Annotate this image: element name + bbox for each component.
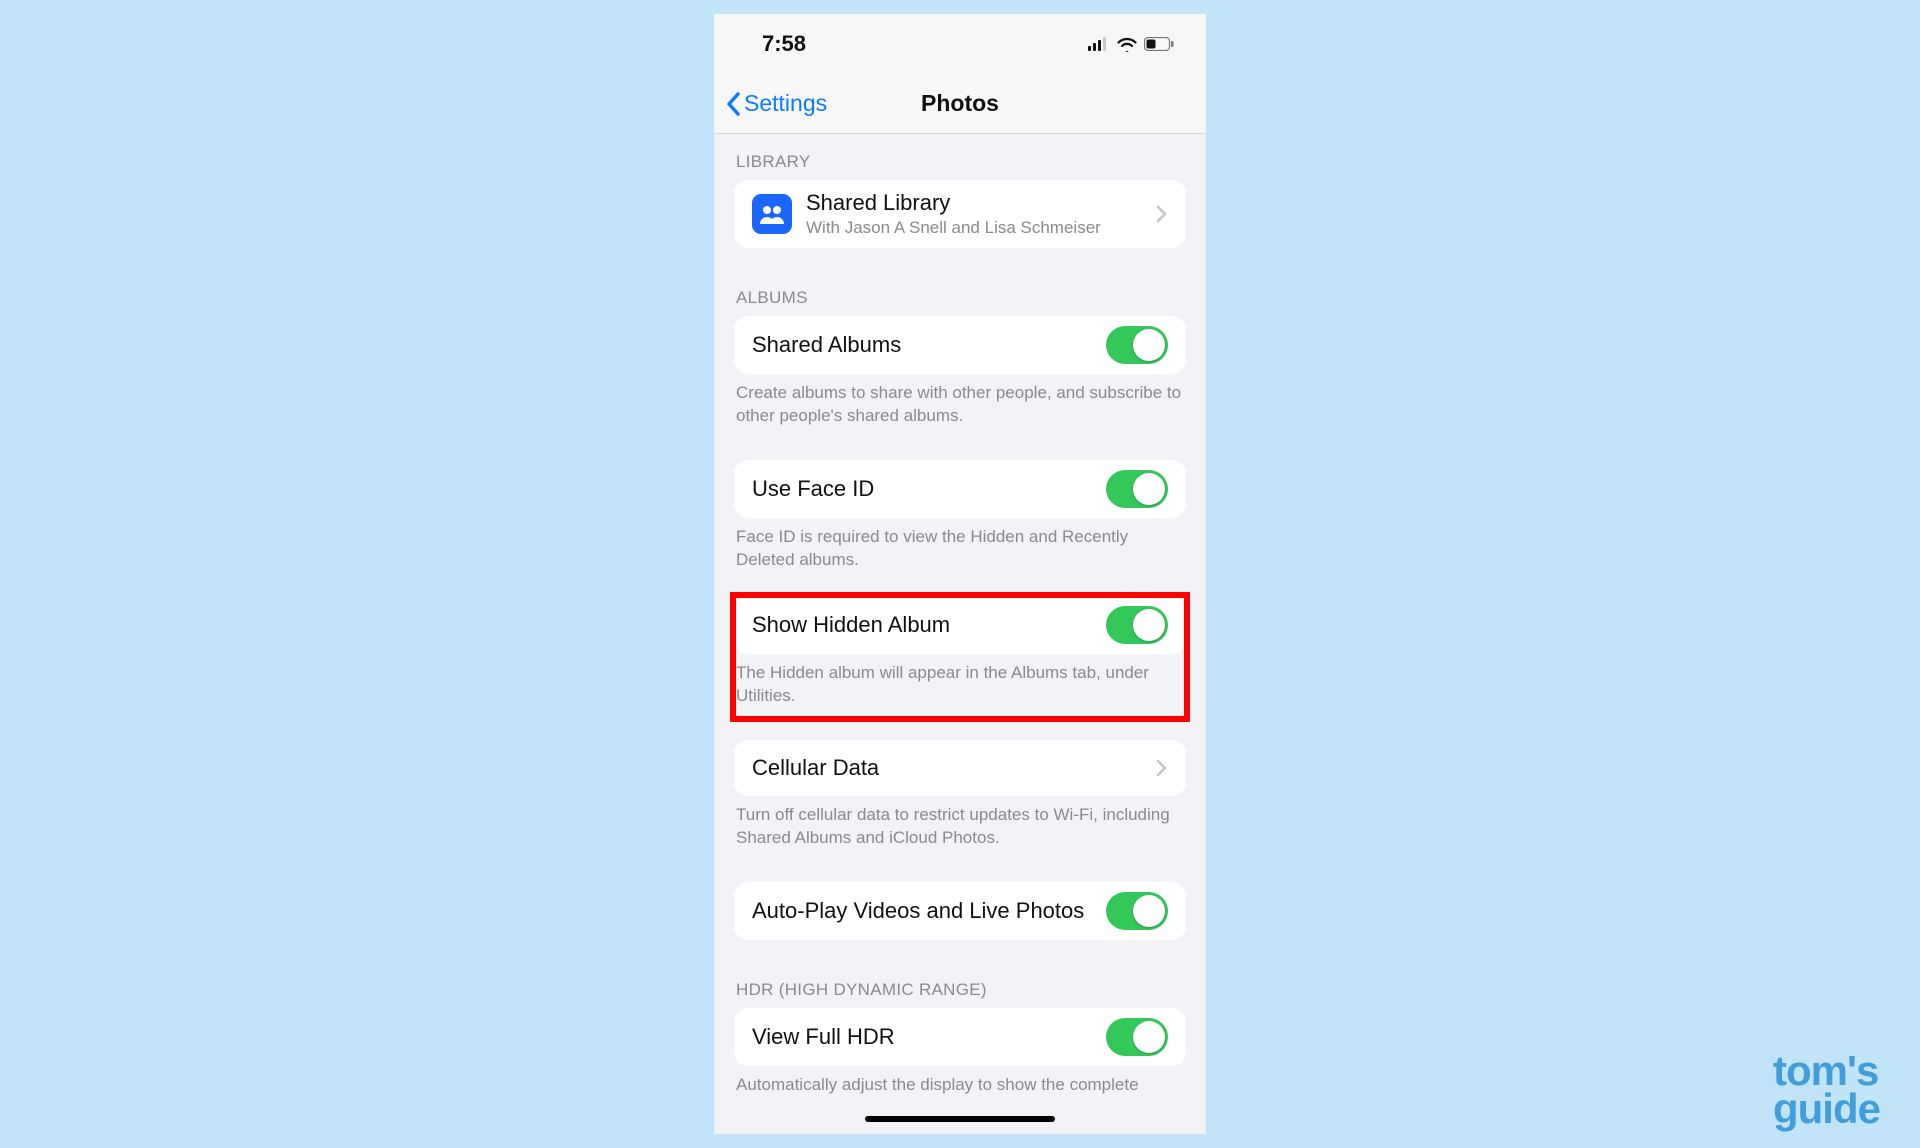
watermark: tom's guide xyxy=(1773,1052,1880,1128)
shared-albums-label: Shared Albums xyxy=(752,332,1106,358)
show-hidden-footer: The Hidden album will appear in the Albu… xyxy=(714,654,1206,718)
view-full-hdr-row[interactable]: View Full HDR xyxy=(734,1008,1186,1066)
status-bar: 7:58 xyxy=(714,14,1206,74)
status-time: 7:58 xyxy=(762,31,806,57)
watermark-line2: guide xyxy=(1773,1090,1880,1128)
wifi-icon xyxy=(1116,36,1138,52)
cellular-row[interactable]: Cellular Data xyxy=(734,740,1186,796)
shared-albums-toggle[interactable] xyxy=(1106,326,1168,364)
people-icon xyxy=(752,194,792,234)
content-scroll[interactable]: LIBRARY Shared Library With Jason A Snel… xyxy=(714,134,1206,1134)
shared-library-subtitle: With Jason A Snell and Lisa Schmeiser xyxy=(806,218,1156,238)
use-face-id-row[interactable]: Use Face ID xyxy=(734,460,1186,518)
shared-albums-row[interactable]: Shared Albums xyxy=(734,316,1186,374)
cellular-icon xyxy=(1088,37,1110,51)
cellular-footer: Turn off cellular data to restrict updat… xyxy=(714,796,1206,860)
show-hidden-toggle[interactable] xyxy=(1106,606,1168,644)
use-face-id-footer: Face ID is required to view the Hidden a… xyxy=(714,518,1206,582)
use-face-id-label: Use Face ID xyxy=(752,476,1106,502)
back-button[interactable]: Settings xyxy=(714,90,827,117)
section-header-library: LIBRARY xyxy=(714,134,1206,180)
face-id-group: Use Face ID xyxy=(734,460,1186,518)
view-full-hdr-label: View Full HDR xyxy=(752,1024,1106,1050)
chevron-left-icon xyxy=(724,91,742,117)
cellular-label: Cellular Data xyxy=(752,755,1156,781)
hdr-group: View Full HDR xyxy=(734,1008,1186,1066)
nav-bar: Settings Photos xyxy=(714,74,1206,134)
back-label: Settings xyxy=(744,90,827,117)
section-header-hdr: HDR (HIGH DYNAMIC RANGE) xyxy=(714,962,1206,1008)
shared-albums-footer: Create albums to share with other people… xyxy=(714,374,1206,438)
show-hidden-section: Show Hidden Album The Hidden album will … xyxy=(714,596,1206,718)
view-full-hdr-footer: Automatically adjust the display to show… xyxy=(714,1066,1206,1107)
cellular-group: Cellular Data xyxy=(734,740,1186,796)
library-group: Shared Library With Jason A Snell and Li… xyxy=(734,180,1186,248)
autoplay-label: Auto-Play Videos and Live Photos xyxy=(752,898,1106,924)
section-header-albums: ALBUMS xyxy=(714,270,1206,316)
chevron-right-icon xyxy=(1156,759,1168,777)
phone-screen: 7:58 Settings Photos LIBRARY xyxy=(714,14,1206,1134)
show-hidden-label: Show Hidden Album xyxy=(752,612,1106,638)
home-indicator xyxy=(865,1116,1055,1122)
use-face-id-toggle[interactable] xyxy=(1106,470,1168,508)
autoplay-toggle[interactable] xyxy=(1106,892,1168,930)
autoplay-group: Auto-Play Videos and Live Photos xyxy=(734,882,1186,940)
status-indicators xyxy=(1088,36,1174,52)
show-hidden-group: Show Hidden Album xyxy=(734,596,1186,654)
chevron-right-icon xyxy=(1156,205,1168,223)
battery-icon xyxy=(1144,37,1174,51)
autoplay-row[interactable]: Auto-Play Videos and Live Photos xyxy=(734,882,1186,940)
view-full-hdr-toggle[interactable] xyxy=(1106,1018,1168,1056)
show-hidden-row[interactable]: Show Hidden Album xyxy=(734,596,1186,654)
shared-albums-group: Shared Albums xyxy=(734,316,1186,374)
shared-library-row[interactable]: Shared Library With Jason A Snell and Li… xyxy=(734,180,1186,248)
shared-library-title: Shared Library xyxy=(806,190,1156,216)
